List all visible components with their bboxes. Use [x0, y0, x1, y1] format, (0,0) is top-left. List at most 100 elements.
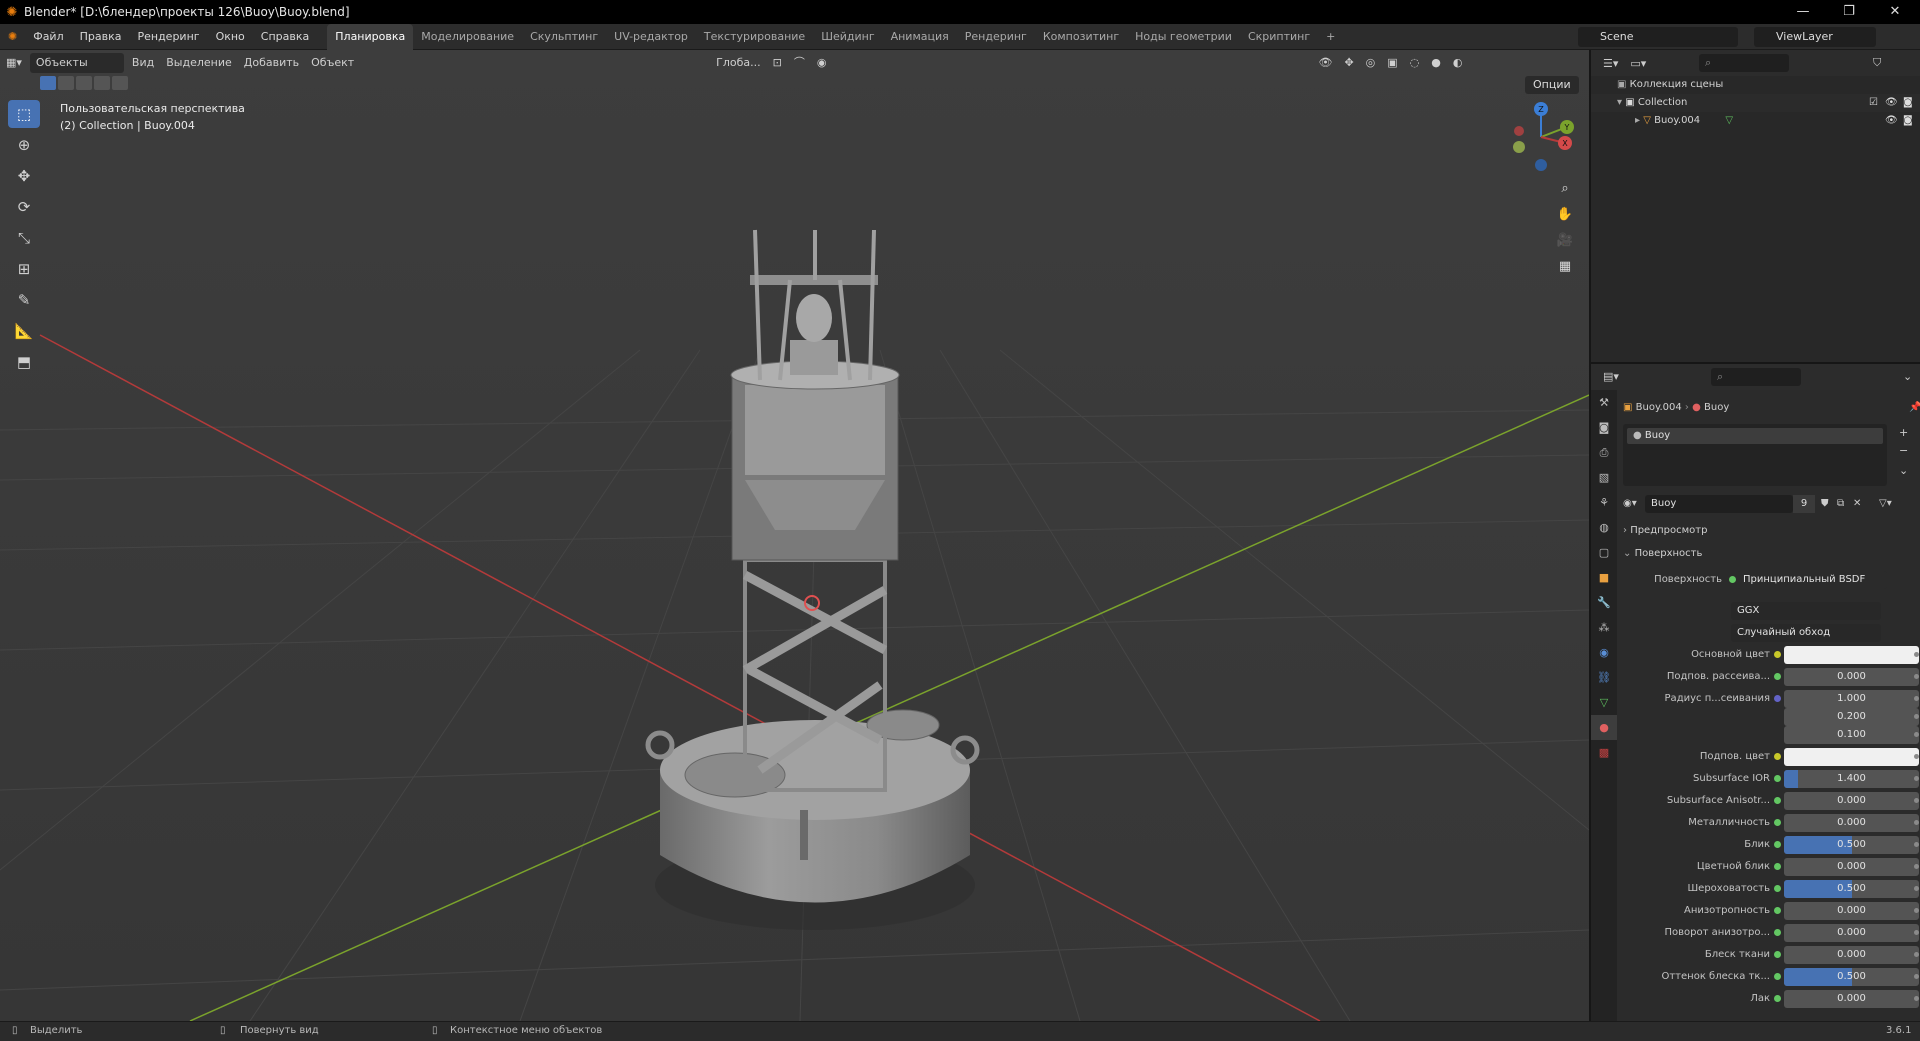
select-subtract-icon[interactable]	[76, 76, 92, 90]
surface-shader-field[interactable]: Принципиальный BSDF	[1737, 571, 1887, 589]
unlink-icon[interactable]: ✕	[1853, 494, 1861, 514]
keyframe-dot-icon[interactable]	[1914, 652, 1919, 657]
param-value-field[interactable]: 0.500	[1784, 880, 1919, 898]
keyframe-dot-icon[interactable]	[1914, 674, 1919, 679]
mesh-data-icon[interactable]: ▽	[1725, 115, 1733, 126]
keyframe-dot-icon[interactable]	[1914, 864, 1919, 869]
navigation-gizmo[interactable]: Z Y X	[1505, 101, 1577, 173]
material-tab-icon[interactable]: ●	[1591, 715, 1617, 740]
keyframe-dot-icon[interactable]	[1914, 776, 1919, 781]
material-slot-list[interactable]: ● Buoy	[1623, 424, 1887, 486]
scene-selector[interactable]: Scene	[1578, 27, 1738, 47]
proportional-edit-icon[interactable]: ◉	[811, 53, 833, 73]
tool-tab-icon[interactable]: ⚒	[1591, 390, 1617, 415]
select-extend-icon[interactable]	[58, 76, 74, 90]
socket-dot-icon[interactable]	[1774, 753, 1781, 760]
menu-add[interactable]: Добавить	[238, 53, 305, 73]
visibility-icon[interactable]: 👁	[1312, 53, 1338, 73]
menu-help[interactable]: Справка	[253, 24, 317, 50]
keyframe-dot-icon[interactable]	[1914, 996, 1919, 1001]
editor-type-icon[interactable]: ▦▾	[0, 53, 28, 73]
cursor-icon[interactable]: ⊕	[8, 131, 40, 159]
socket-dot-icon[interactable]	[1774, 885, 1781, 892]
tab-uv-editing[interactable]: UV-редактор	[606, 24, 696, 50]
param-value-field[interactable]: 0.100	[1784, 726, 1919, 744]
add-cube-icon[interactable]: ⬒	[8, 348, 40, 376]
socket-dot-icon[interactable]	[1774, 863, 1781, 870]
expand-arrow-icon[interactable]: ▾	[1617, 97, 1625, 108]
user-count[interactable]: 9	[1793, 495, 1815, 513]
add-workspace-button[interactable]: +	[1318, 24, 1343, 50]
param-value-field[interactable]: 0.000	[1784, 814, 1919, 832]
mode-selector[interactable]: Объекты	[29, 53, 124, 73]
menu-view[interactable]: Вид	[126, 53, 160, 73]
visibility-eye-icon[interactable]: 👁	[1885, 94, 1898, 112]
tab-animation[interactable]: Анимация	[883, 24, 957, 50]
param-value-field[interactable]: 0.000	[1784, 858, 1919, 876]
render-tab-icon[interactable]: ◙	[1591, 415, 1617, 440]
view-layer-tab-icon[interactable]: ▧	[1591, 465, 1617, 490]
fake-user-icon[interactable]: ⛊	[1821, 494, 1829, 514]
param-value-field[interactable]: 1.400	[1784, 770, 1919, 788]
particles-tab-icon[interactable]: ⁂	[1591, 615, 1617, 640]
filter-icon[interactable]: ⛉	[1873, 56, 1881, 70]
socket-dot-icon[interactable]	[1774, 929, 1781, 936]
outliner-search-input[interactable]: ⌕	[1699, 54, 1789, 72]
socket-dot-icon[interactable]	[1774, 907, 1781, 914]
rotate-icon[interactable]: ⟳	[8, 193, 40, 221]
menu-edit[interactable]: Правка	[72, 24, 130, 50]
menu-select[interactable]: Выделение	[160, 53, 238, 73]
outliner-row-collection[interactable]: ▾ ▣ Collection ☑ 👁 ◙	[1591, 94, 1920, 112]
menu-object[interactable]: Объект	[305, 53, 360, 73]
scale-icon[interactable]: ⤡	[8, 224, 40, 252]
outliner-editor-icon[interactable]: ☰▾	[1603, 57, 1618, 70]
snap-icon[interactable]: ⌒	[788, 53, 811, 73]
keyframe-dot-icon[interactable]	[1914, 908, 1919, 913]
socket-dot-icon[interactable]	[1774, 775, 1781, 782]
view-layer-selector[interactable]: ViewLayer	[1754, 27, 1876, 47]
3d-viewport[interactable]: ▦▾ Объекты Вид Выделение Добавить Объект…	[0, 50, 1589, 1021]
tab-sculpting[interactable]: Скульптинг	[522, 24, 606, 50]
param-value-field[interactable]: 0.500	[1784, 836, 1919, 854]
measure-icon[interactable]: 📐	[8, 317, 40, 345]
menu-window[interactable]: Окно	[208, 24, 253, 50]
xray-icon[interactable]: ▣	[1381, 53, 1403, 73]
select-box-icon[interactable]: ⬚	[8, 100, 40, 128]
remove-slot-icon[interactable]: −	[1899, 444, 1908, 457]
keyframe-dot-icon[interactable]	[1914, 930, 1919, 935]
param-value-field[interactable]: 0.000	[1784, 924, 1919, 942]
ortho-grid-icon[interactable]: ▦	[1552, 254, 1578, 278]
keyframe-dot-icon[interactable]	[1914, 820, 1919, 825]
transform-orientation[interactable]: Глоба...	[710, 53, 766, 73]
tab-layout[interactable]: Планировка	[327, 23, 414, 50]
exclude-checkbox-icon[interactable]: ☑	[1869, 94, 1878, 112]
param-value-field[interactable]: 1.000	[1784, 690, 1919, 708]
blender-menu-icon[interactable]: ✺	[0, 24, 25, 50]
param-value-field[interactable]: 0.000	[1784, 902, 1919, 920]
options-dropdown[interactable]: Опции	[1525, 76, 1579, 94]
duplicate-icon[interactable]: ⧉	[1837, 494, 1844, 514]
properties-search-input[interactable]: ⌕	[1711, 368, 1801, 386]
select-intersect-icon[interactable]	[112, 76, 128, 90]
scene-tab-icon[interactable]: ⚘	[1591, 490, 1617, 515]
keyframe-dot-icon[interactable]	[1914, 974, 1919, 979]
tab-rendering[interactable]: Рендеринг	[957, 24, 1035, 50]
minimize-icon[interactable]: —	[1780, 0, 1826, 24]
close-icon[interactable]: ✕	[1872, 0, 1918, 24]
move-icon[interactable]: ✥	[8, 162, 40, 190]
expand-arrow-icon[interactable]: ▸	[1635, 115, 1643, 126]
texture-tab-icon[interactable]: ▩	[1591, 740, 1617, 765]
keyframe-dot-icon[interactable]	[1914, 842, 1919, 847]
transform-icon[interactable]: ⊞	[8, 255, 40, 283]
socket-dot-icon[interactable]	[1774, 695, 1781, 702]
keyframe-dot-icon[interactable]	[1914, 754, 1919, 759]
pan-hand-icon[interactable]: ✋	[1552, 202, 1578, 226]
param-value-field[interactable]: 0.500	[1784, 968, 1919, 986]
param-value-field[interactable]: 0.000	[1784, 792, 1919, 810]
keyframe-dot-icon[interactable]	[1914, 952, 1919, 957]
pivot-icon[interactable]: ⊡	[767, 53, 788, 73]
visibility-eye-icon[interactable]: 👁	[1885, 112, 1898, 130]
tab-compositing[interactable]: Композитинг	[1035, 24, 1127, 50]
overlays-icon[interactable]: ◎	[1360, 53, 1382, 73]
collection-tab-icon[interactable]: ▢	[1591, 540, 1617, 565]
